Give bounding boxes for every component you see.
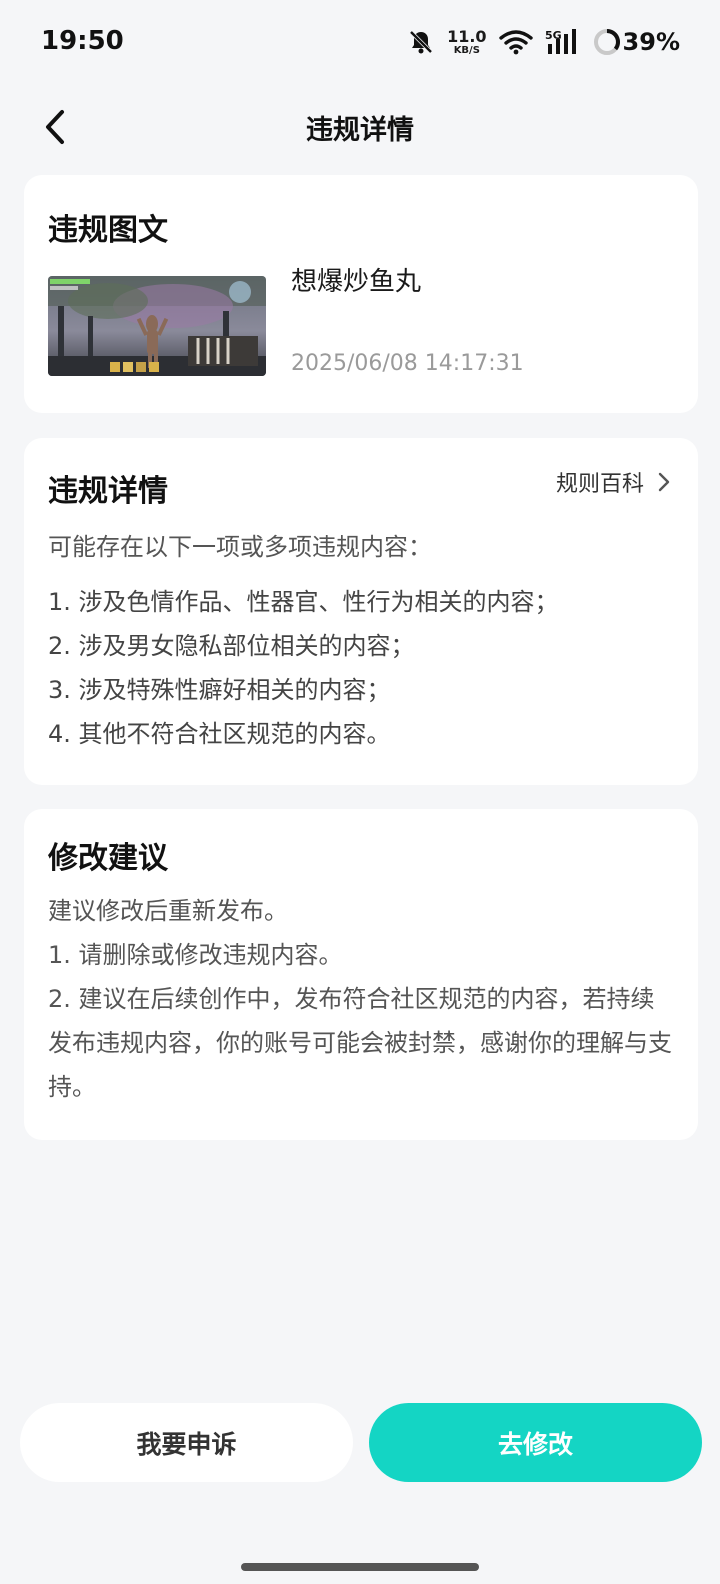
appeal-button[interactable]: 我要申诉 <box>20 1403 353 1482</box>
net-speed-value: 11.0 <box>447 26 487 46</box>
page-title: 违规详情 <box>306 115 414 146</box>
modification-advice-card: 修改建议 建议修改后重新发布。 1. 请删除或修改违规内容。 2. 建议在后续创… <box>24 809 698 1140</box>
post-timestamp: 2025/06/08 14:17:31 <box>291 351 524 376</box>
post-title: 想爆炒鱼丸 <box>291 267 422 297</box>
advice-line: 建议修改后重新发布。 <box>48 897 288 925</box>
list-item: 1. 涉及色情作品、性器官、性行为相关的内容； <box>48 588 559 616</box>
chevron-right-icon <box>658 472 670 492</box>
status-icons: 11.0 KB/S 5G 39% <box>407 24 680 60</box>
wifi-icon <box>498 29 533 55</box>
post-thumbnail[interactable] <box>48 276 266 376</box>
violating-post-title: 违规图文 <box>48 213 168 248</box>
modification-advice-title: 修改建议 <box>48 841 168 876</box>
battery-group: 39% <box>593 28 680 56</box>
advice-line: 1. 请删除或修改违规内容。 <box>48 941 343 969</box>
home-indicator[interactable] <box>241 1563 479 1571</box>
violation-details-title: 违规详情 <box>48 474 168 509</box>
header: 违规详情 <box>0 92 720 162</box>
rules-wiki-link[interactable]: 规则百科 <box>556 466 670 498</box>
status-time: 19:50 <box>41 26 124 56</box>
status-bar: 19:50 11.0 KB/S 5G 39% <box>0 0 720 86</box>
advice-line: 2. 建议在后续创作中，发布符合社区规范的内容，若持续发布违规内容，你的账号可能… <box>48 985 672 1101</box>
list-item: 3. 涉及特殊性癖好相关的内容； <box>48 676 391 704</box>
go-modify-button[interactable]: 去修改 <box>369 1403 702 1482</box>
battery-percent: 39% <box>622 28 680 56</box>
battery-ring-icon <box>593 28 621 56</box>
advice-text: 建议修改后重新发布。 1. 请删除或修改违规内容。 2. 建议在后续创作中，发布… <box>48 889 678 1109</box>
bell-muted-icon <box>407 28 435 56</box>
signal-icon: 5G <box>545 28 581 56</box>
net-speed: 11.0 KB/S <box>447 26 487 56</box>
violating-post-card: 违规图文 想爆炒鱼丸 2025/06/08 14:17:31 <box>24 175 698 413</box>
list-item: 4. 其他不符合社区规范的内容。 <box>48 720 391 748</box>
violation-details-card: 违规详情 规则百科 可能存在以下一项或多项违规内容： 1. 涉及色情作品、性器官… <box>24 438 698 785</box>
net-speed-unit: KB/S <box>453 44 480 56</box>
violation-intro: 可能存在以下一项或多项违规内容： <box>48 533 432 561</box>
violation-details-page: 19:50 11.0 KB/S 5G 39% 违规详情 违规图文 想爆炒鱼丸 2… <box>0 0 720 1584</box>
violation-list: 1. 涉及色情作品、性器官、性行为相关的内容； 2. 涉及男女隐私部位相关的内容… <box>48 580 559 756</box>
list-item: 2. 涉及男女隐私部位相关的内容； <box>48 632 415 660</box>
rules-wiki-label: 规则百科 <box>555 472 644 497</box>
